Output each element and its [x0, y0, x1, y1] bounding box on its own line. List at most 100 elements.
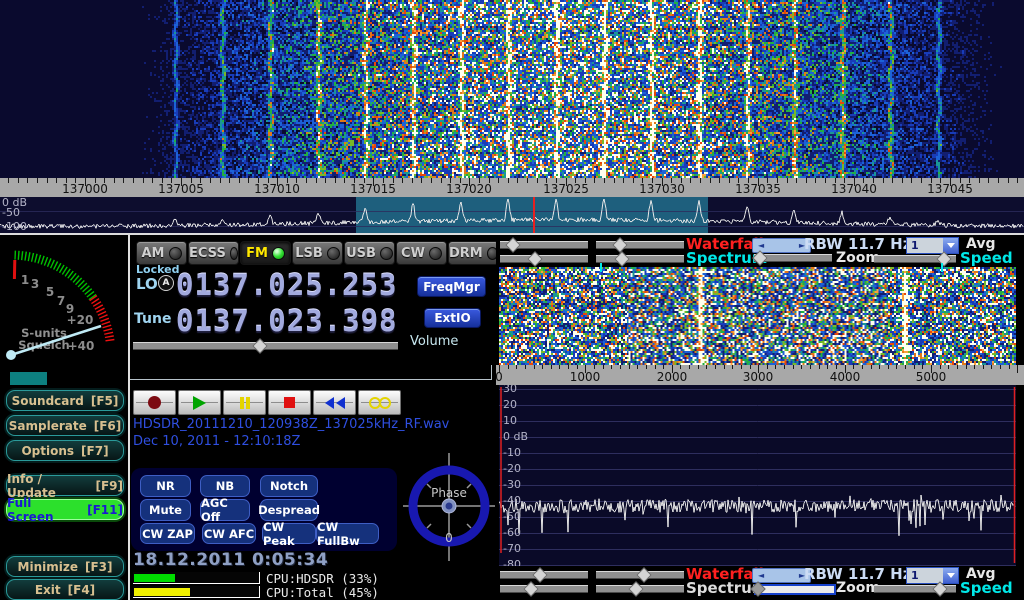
avg-dropdown[interactable]: 1 [906, 567, 959, 584]
mode-lsb-button[interactable]: LSB [292, 241, 343, 265]
mode-label: CW [401, 246, 425, 261]
mode-fm-button[interactable]: FM [240, 241, 291, 265]
stop-icon [284, 397, 295, 408]
panel-border [130, 365, 492, 380]
rf-waterfall[interactable] [0, 0, 1024, 178]
minimize-button[interactable]: Minimize[F3] [6, 556, 124, 577]
af-waterfall[interactable] [499, 267, 1016, 365]
loop-button[interactable] [358, 390, 401, 415]
freqmgr-button[interactable]: FreqMgr [417, 276, 486, 297]
af-db-label: -80 [503, 558, 521, 566]
slider-thumb[interactable] [505, 237, 521, 253]
af-db-label: 10 [503, 414, 517, 427]
mode-label: ECSS [189, 246, 226, 261]
af-spectrum[interactable]: 3020100 dB-10-20-30-40-50-60-70-80 [499, 385, 1016, 566]
button-key: [F7] [81, 444, 109, 458]
button-label: Full Screen [7, 496, 80, 524]
recording-filename: HDSDR_20111210_120938Z_137025kHz_RF.wav [133, 417, 449, 432]
slider-thumb[interactable] [523, 581, 539, 597]
exit-button[interactable]: Exit[F4] [6, 579, 124, 600]
zoom-slider[interactable] [754, 254, 832, 262]
cpu-hdsdr-bar [133, 572, 260, 584]
rewind-button[interactable] [313, 390, 356, 415]
squelch-slider[interactable] [10, 372, 47, 385]
mode-am-button[interactable]: AM [136, 241, 187, 265]
lock-a-button[interactable]: A [158, 275, 174, 291]
pause-button[interactable] [223, 390, 266, 415]
recording-date: Dec 10, 2011 - 12:10:18Z [133, 434, 300, 449]
rf-scale-label: 137030 [639, 182, 685, 196]
avg-dropdown[interactable]: 1 [906, 237, 959, 254]
button-key: [F3] [85, 560, 113, 574]
stop-button[interactable] [268, 390, 311, 415]
cw-fullbw-button[interactable]: CW FullBw [316, 523, 379, 544]
slider-thumb[interactable] [252, 338, 268, 354]
smeter-red-arc [93, 298, 110, 343]
waterfall-contrast-slider[interactable] [596, 571, 684, 579]
record-icon [148, 396, 161, 409]
options-button[interactable]: Options[F7] [6, 440, 124, 461]
dropdown-arrow-icon[interactable] [943, 568, 958, 583]
extio-button[interactable]: ExtIO [424, 308, 481, 328]
samplerate-button[interactable]: Samplerate[F6] [6, 415, 124, 436]
waterfall-brightness-slider[interactable] [500, 571, 588, 579]
mode-drm-button[interactable]: DRM [448, 241, 499, 265]
rf-waterfall-canvas[interactable] [0, 0, 1024, 178]
phase-dial[interactable]: Phase 0 [403, 453, 495, 567]
rf-scale-label: 137045 [927, 182, 973, 196]
volume-slider[interactable] [133, 342, 398, 350]
lo-label: LO [136, 275, 158, 293]
rf-spectrum[interactable]: 0 dB -50 -100 [0, 197, 1024, 235]
dropdown-arrow-icon[interactable] [943, 238, 958, 253]
mute-button[interactable]: Mute [140, 499, 191, 521]
play-button[interactable] [178, 390, 221, 415]
mode-label: FM [246, 246, 268, 261]
db-label: -50 [2, 206, 20, 219]
lo-frequency-display[interactable]: 0137.025.253 [176, 268, 398, 302]
spectrum-brightness-slider[interactable] [500, 255, 588, 263]
rf-frequency-scale[interactable]: 1370001370051370101370151370201370251370… [0, 178, 1024, 197]
nr-button[interactable]: NR [140, 475, 191, 497]
af-scale-label: 3000 [743, 370, 774, 384]
slider-thumb[interactable] [628, 581, 644, 597]
mode-led [272, 247, 285, 260]
spectrum-contrast-slider[interactable] [596, 255, 684, 263]
cw-peak-button[interactable]: CW Peak [262, 523, 316, 544]
spectrum-contrast-slider[interactable] [596, 585, 684, 593]
slider-thumb[interactable] [615, 251, 631, 267]
af-panel: Waterfall◄►RBW 11.7 Hz1AvgSpectrumZoomSp… [496, 235, 1024, 600]
notch-button[interactable]: Notch [260, 475, 318, 497]
cw-zap-button[interactable]: CW ZAP [140, 523, 195, 544]
mode-cw-button[interactable]: CW [396, 241, 447, 265]
despread-button[interactable]: Despread [260, 499, 318, 521]
slider-thumb[interactable] [527, 251, 543, 267]
af-db-label: 20 [503, 398, 517, 411]
rf-scale-label: 137020 [446, 182, 492, 196]
mode-usb-button[interactable]: USB [344, 241, 395, 265]
info-update-button[interactable]: Info / Update[F9] [6, 475, 124, 496]
slider-thumb[interactable] [532, 567, 548, 583]
mode-ecss-button[interactable]: ECSS [188, 241, 239, 265]
af-waterfall-canvas[interactable] [499, 267, 1016, 365]
waterfall-brightness-slider[interactable] [500, 241, 588, 249]
record-button[interactable] [133, 390, 176, 415]
agc-off-button[interactable]: AGC Off [200, 499, 250, 521]
waterfall-contrast-slider[interactable] [596, 241, 684, 249]
speed-slider[interactable] [874, 255, 956, 263]
smeter-label: 3 [31, 277, 39, 291]
cw-afc-button[interactable]: CW AFC [202, 523, 256, 544]
volume-label: Volume [410, 334, 458, 349]
control-area: 1 3 5 7 9 +20 +40 S-units Squelch Soundc… [0, 235, 1024, 600]
zoom-slider[interactable] [754, 584, 836, 595]
spectrum-brightness-slider[interactable] [500, 585, 588, 593]
speed-slider[interactable] [874, 585, 956, 593]
slider-thumb[interactable] [637, 567, 653, 583]
soundcard-button[interactable]: Soundcard[F5] [6, 390, 124, 411]
nb-button[interactable]: NB [200, 475, 250, 497]
full-screen-button[interactable]: Full Screen[F11] [6, 499, 124, 520]
slider-thumb[interactable] [612, 237, 628, 253]
mode-label: USB [346, 246, 376, 261]
button-key: [F6] [94, 419, 122, 433]
tune-frequency-display[interactable]: 0137.023.398 [176, 304, 398, 338]
af-frequency-scale[interactable]: 010002000300040005000 [496, 365, 1024, 385]
